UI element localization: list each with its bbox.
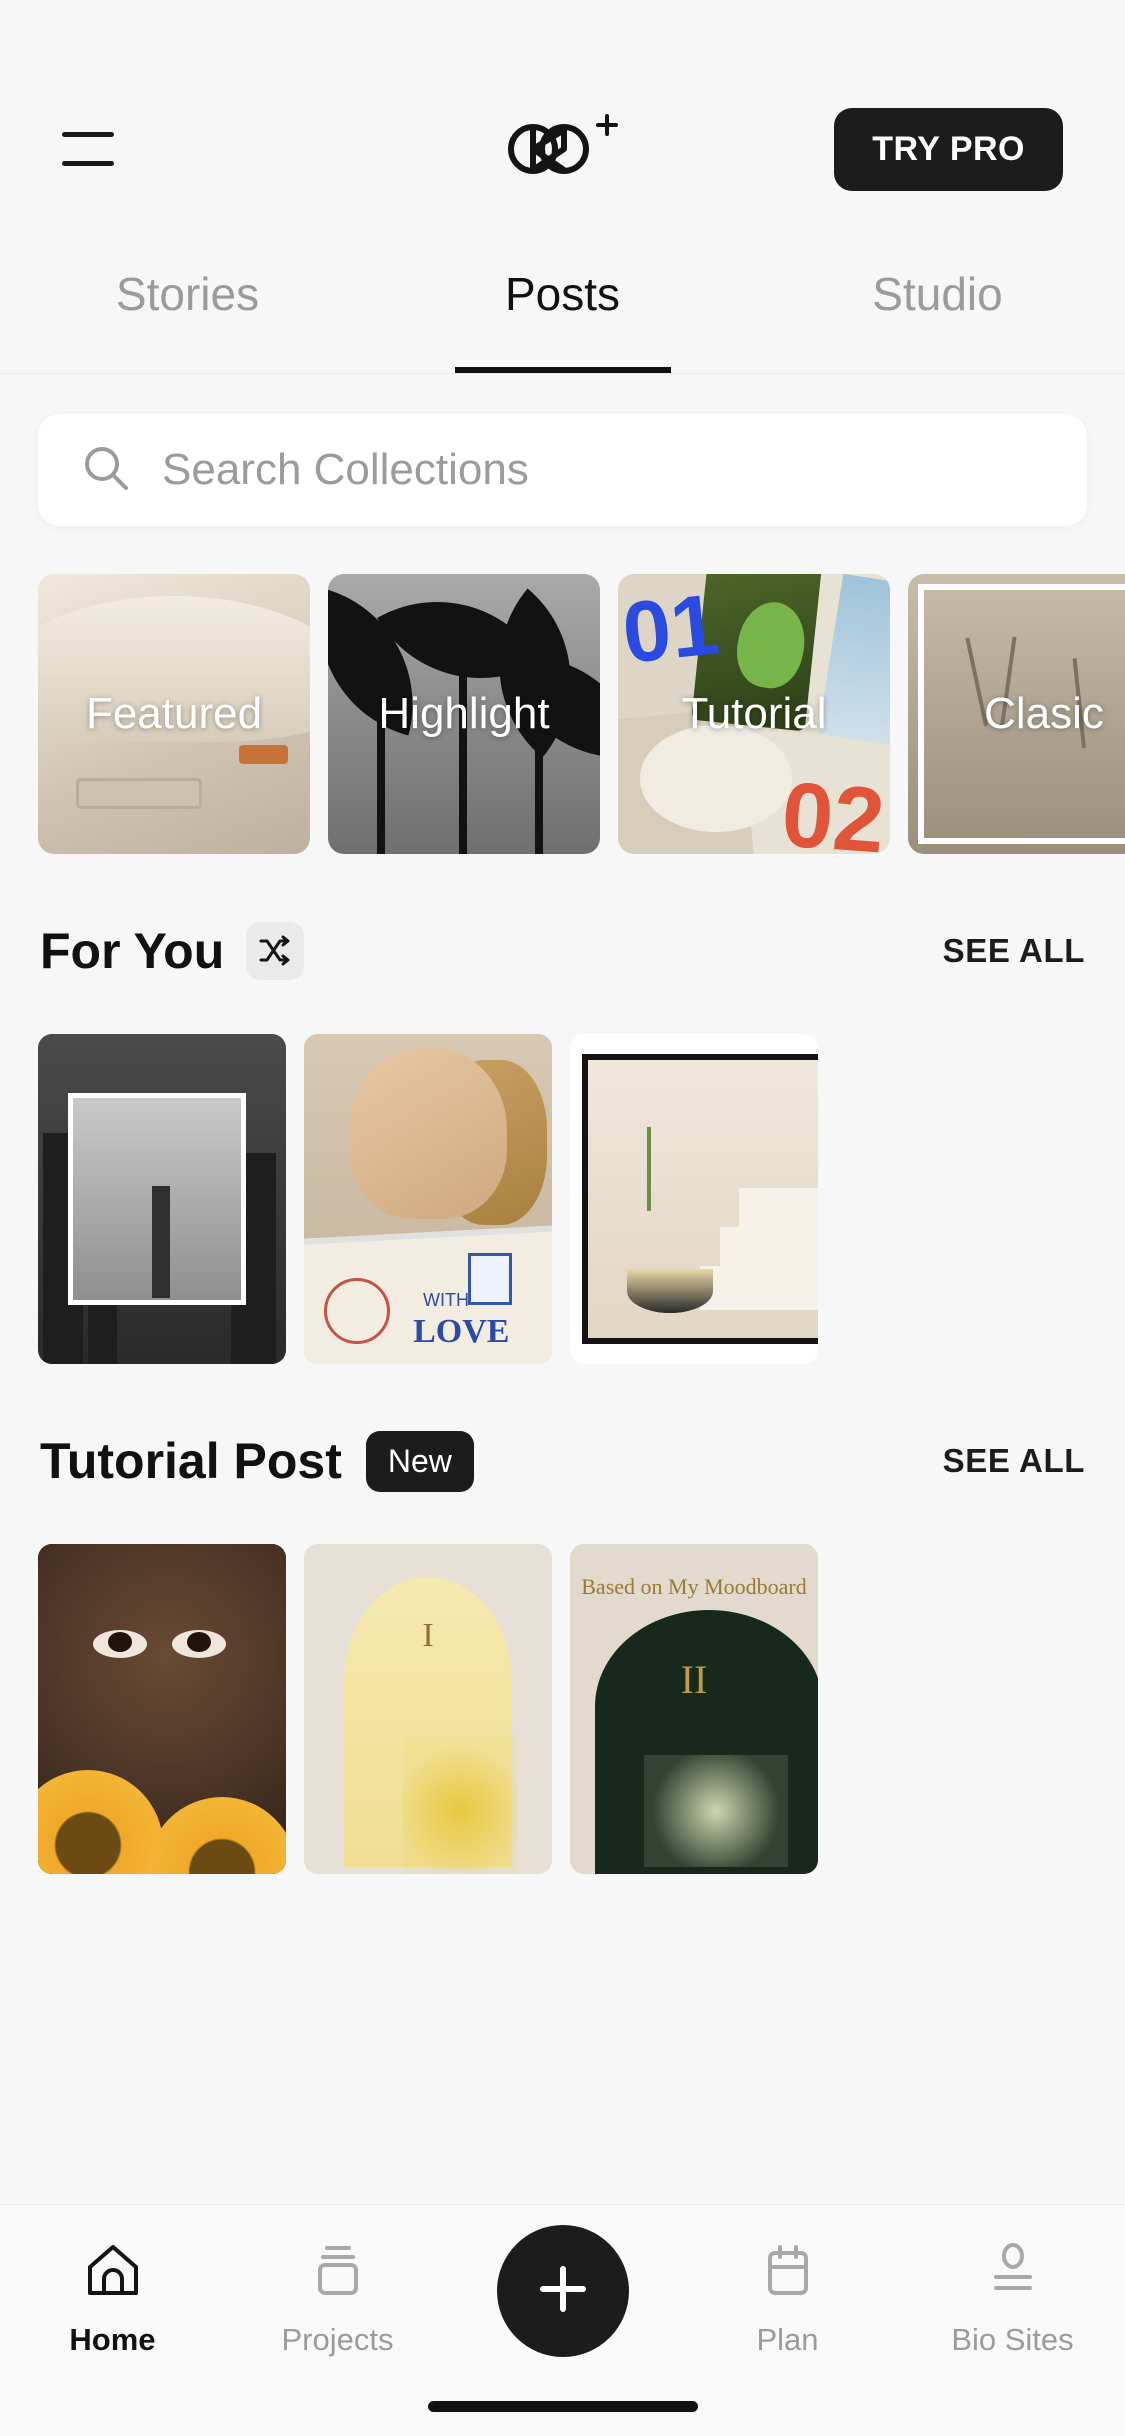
shuffle-icon[interactable] bbox=[246, 922, 305, 980]
nav-item-projects[interactable]: Projects bbox=[225, 2239, 450, 2358]
nav-label: Home bbox=[69, 2322, 156, 2357]
collections-carousel[interactable]: Featured Highlight 01 02 Tutorial Clasic bbox=[0, 526, 1125, 854]
section-title: For You bbox=[40, 923, 225, 979]
search-section bbox=[0, 374, 1125, 526]
tutorial-post-section-header: Tutorial Post New SEE ALL bbox=[0, 1416, 1125, 1506]
projects-icon bbox=[307, 2239, 369, 2306]
collection-label: Featured bbox=[85, 689, 263, 738]
tab-studio[interactable]: Studio bbox=[750, 214, 1125, 373]
post-card[interactable] bbox=[38, 1544, 286, 1874]
tutorial-post-carousel[interactable]: I Based on My Moodboard II bbox=[0, 1544, 1125, 1874]
post-card[interactable] bbox=[38, 1034, 286, 1364]
tab-posts[interactable]: Posts bbox=[375, 214, 750, 373]
collection-label: Clasic bbox=[984, 689, 1104, 738]
brand-infinity-plus-logo bbox=[506, 114, 620, 182]
post-card[interactable]: WITH LOVE bbox=[304, 1034, 552, 1364]
collection-card-tutorial[interactable]: 01 02 Tutorial bbox=[618, 574, 890, 854]
post-thumbnail: Based on My Moodboard II bbox=[570, 1544, 818, 1874]
post-thumbnail bbox=[38, 1544, 286, 1874]
hamburger-icon[interactable] bbox=[62, 132, 114, 166]
section-title: Tutorial Post bbox=[40, 1433, 342, 1489]
bio-sites-icon bbox=[982, 2239, 1044, 2306]
post-card[interactable]: Based on My Moodboard II bbox=[570, 1544, 818, 1874]
nav-label: Bio Sites bbox=[951, 2322, 1074, 2357]
collection-card-clasic[interactable]: Clasic bbox=[908, 574, 1125, 854]
home-indicator bbox=[427, 2401, 698, 2412]
collection-label: Highlight bbox=[378, 689, 550, 738]
post-numeral: I bbox=[422, 1616, 434, 1654]
post-thumbnail: I bbox=[304, 1544, 552, 1874]
post-numeral: II bbox=[680, 1657, 708, 1703]
post-card[interactable] bbox=[570, 1034, 818, 1364]
search-bar[interactable] bbox=[38, 414, 1087, 526]
post-thumbnail bbox=[38, 1034, 286, 1364]
status-badge: New bbox=[365, 1430, 474, 1492]
search-icon bbox=[80, 442, 132, 499]
nav-item-create[interactable] bbox=[450, 2225, 675, 2357]
try-pro-button[interactable]: TRY PRO bbox=[834, 107, 1063, 191]
nav-item-plan[interactable]: Plan bbox=[675, 2239, 900, 2358]
nav-item-bio-sites[interactable]: Bio Sites bbox=[900, 2239, 1125, 2358]
see-all-link-for-you[interactable]: SEE ALL bbox=[943, 932, 1085, 970]
post-card[interactable]: I bbox=[304, 1544, 552, 1874]
for-you-carousel[interactable]: WITH LOVE bbox=[0, 1034, 1125, 1364]
status-bar bbox=[0, 0, 1125, 84]
create-fab-button[interactable] bbox=[496, 2225, 629, 2357]
top-tab-bar: Stories Posts Studio bbox=[0, 214, 1125, 374]
for-you-section-header: For You SEE ALL bbox=[0, 906, 1125, 996]
nav-label: Projects bbox=[281, 2322, 394, 2357]
search-input[interactable] bbox=[162, 445, 1045, 495]
home-icon bbox=[82, 2239, 144, 2306]
tab-stories[interactable]: Stories bbox=[0, 214, 375, 373]
collection-card-featured[interactable]: Featured bbox=[38, 574, 310, 854]
app-header: TRY PRO bbox=[0, 84, 1125, 214]
plus-icon bbox=[533, 2259, 593, 2324]
nav-item-home[interactable]: Home bbox=[0, 2239, 225, 2358]
app-screen: TRY PRO Stories Posts Studio Featured bbox=[0, 0, 1125, 2436]
collection-card-highlight[interactable]: Highlight bbox=[328, 574, 600, 854]
calendar-icon bbox=[757, 2239, 819, 2306]
post-caption: Based on My Moodboard bbox=[581, 1573, 807, 1599]
post-thumbnail: WITH LOVE bbox=[304, 1034, 552, 1364]
post-thumbnail bbox=[570, 1034, 818, 1364]
nav-label: Plan bbox=[756, 2322, 819, 2357]
see-all-link-tutorial[interactable]: SEE ALL bbox=[943, 1442, 1085, 1480]
collection-label: Tutorial bbox=[681, 689, 827, 738]
